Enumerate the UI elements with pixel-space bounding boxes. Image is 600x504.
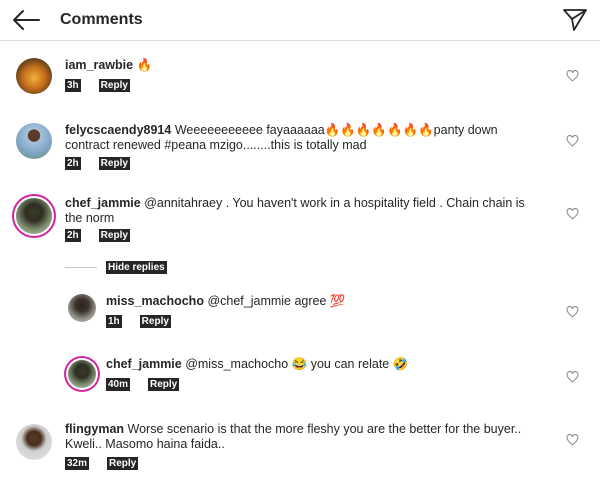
heart-icon[interactable] bbox=[566, 70, 579, 82]
comment-username[interactable]: iam_rawbie bbox=[65, 58, 133, 72]
comment-item: felycscaendy8914 Weeeeeeeeeee fayaaaaaa🔥… bbox=[0, 115, 600, 175]
heart-icon[interactable] bbox=[566, 306, 579, 318]
reply-button[interactable]: Reply bbox=[139, 315, 171, 328]
comment-time: 32m bbox=[65, 457, 90, 470]
comment-item: iam_rawbie 🔥 3h Reply bbox=[0, 50, 600, 108]
divider bbox=[65, 267, 97, 268]
comment-username[interactable]: chef_jammie bbox=[106, 357, 182, 371]
comment-time: 1h bbox=[106, 315, 122, 328]
avatar[interactable] bbox=[16, 123, 52, 159]
avatar[interactable] bbox=[16, 58, 52, 94]
heart-icon[interactable] bbox=[566, 135, 579, 147]
comment-item: flingyman Worse scenario is that the mor… bbox=[0, 414, 600, 480]
heart-icon[interactable] bbox=[566, 208, 579, 220]
comment-time: 2h bbox=[65, 157, 81, 170]
send-icon[interactable] bbox=[562, 8, 588, 32]
reply-item: miss_machocho @chef_jammie agree 💯 1h Rep… bbox=[0, 287, 600, 337]
arrow-left-icon[interactable] bbox=[11, 9, 41, 31]
hide-replies-button[interactable]: Hide replies bbox=[106, 261, 167, 274]
comment-username[interactable]: felycscaendy8914 bbox=[65, 123, 171, 137]
reply-button[interactable]: Reply bbox=[107, 457, 139, 470]
top-bar: Comments bbox=[0, 0, 600, 41]
avatar[interactable] bbox=[68, 294, 96, 322]
avatar[interactable] bbox=[16, 424, 52, 460]
reply-button[interactable]: Reply bbox=[148, 378, 180, 391]
comment-text: @miss_machocho 😂 you can relate 🤣 bbox=[181, 357, 409, 371]
reply-item: chef_jammie @miss_machocho 😂 you can rel… bbox=[0, 350, 600, 400]
reply-button[interactable]: Reply bbox=[98, 79, 130, 92]
heart-icon[interactable] bbox=[566, 434, 579, 446]
reply-button[interactable]: Reply bbox=[98, 229, 130, 242]
avatar[interactable] bbox=[16, 198, 52, 234]
comment-time: 3h bbox=[65, 79, 81, 92]
comment-text: 🔥 bbox=[133, 58, 153, 72]
comment-text: Worse scenario is that the more fleshy y… bbox=[65, 422, 522, 451]
comment-item: chef_jammie @annitahraey . You haven't w… bbox=[0, 188, 600, 248]
comment-time: 40m bbox=[106, 378, 131, 391]
reply-button[interactable]: Reply bbox=[98, 157, 130, 170]
avatar[interactable] bbox=[68, 360, 96, 388]
comment-time: 2h bbox=[65, 229, 81, 242]
page-title: Comments bbox=[60, 11, 143, 28]
heart-icon[interactable] bbox=[566, 371, 579, 383]
comment-username[interactable]: flingyman bbox=[65, 422, 124, 436]
comment-username[interactable]: chef_jammie bbox=[65, 196, 141, 210]
comment-text: @chef_jammie agree 💯 bbox=[203, 294, 346, 308]
comment-username[interactable]: miss_machocho bbox=[106, 294, 204, 308]
